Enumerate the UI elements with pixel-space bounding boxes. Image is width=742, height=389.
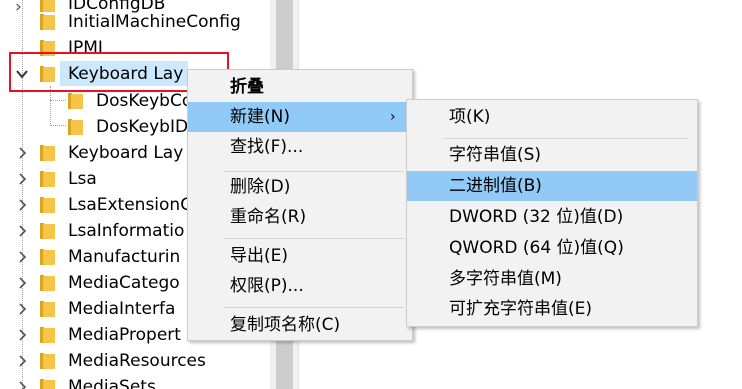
menu-item-rename[interactable]: 重命名(R) — [188, 202, 412, 232]
menu-item-delete[interactable]: 删除(D) — [188, 172, 412, 202]
submenu-item-expandable-string-value[interactable]: 可扩充字符串值(E) — [407, 294, 697, 324]
chevron-right-icon[interactable] — [15, 380, 29, 389]
chevron-right-icon[interactable] — [15, 328, 29, 342]
menu-item-copy-key-name[interactable]: 复制项名称(C) — [188, 310, 412, 340]
folder-icon — [40, 353, 55, 369]
chevron-right-icon[interactable] — [15, 172, 29, 186]
folder-icon — [40, 327, 55, 343]
submenu-item-key[interactable]: 项(K) — [407, 102, 697, 132]
folder-icon — [68, 93, 83, 109]
chevron-right-icon[interactable] — [15, 276, 29, 290]
submenu-item-binary-value[interactable]: 二进制值(B) — [407, 171, 697, 201]
tree-item[interactable]: MediaResources — [0, 348, 270, 374]
chevron-right-icon[interactable] — [15, 198, 29, 212]
folder-icon — [40, 249, 55, 265]
menu-item-collapse[interactable]: 折叠 — [188, 72, 412, 102]
menu-separator — [443, 138, 689, 139]
folder-icon — [40, 171, 55, 187]
menu-separator — [224, 238, 404, 239]
menu-item-new[interactable]: 新建(N) › — [188, 102, 412, 132]
submenu-item-multi-string-value[interactable]: 多字符串值(M) — [407, 264, 697, 294]
chevron-right-icon[interactable] — [15, 250, 29, 264]
chevron-right-icon[interactable] — [15, 354, 29, 368]
tree-item[interactable]: InitialMachineConfig — [0, 9, 270, 35]
folder-icon — [40, 14, 55, 30]
menu-item-permissions[interactable]: 权限(P)... — [188, 271, 412, 301]
folder-icon — [40, 197, 55, 213]
folder-icon — [40, 301, 55, 317]
context-menu: 折叠 新建(N) › 查找(F)... 删除(D) 重命名(R) 导出(E) 权… — [187, 69, 413, 341]
chevron-right-icon[interactable] — [15, 224, 29, 238]
folder-icon — [40, 275, 55, 291]
chevron-right-icon[interactable] — [15, 302, 29, 316]
folder-icon — [40, 145, 55, 161]
tree-item[interactable]: MediaSets — [0, 374, 270, 389]
chevron-right-icon: › — [390, 109, 396, 125]
submenu-item-string-value[interactable]: 字符串值(S) — [407, 140, 697, 170]
folder-icon — [40, 379, 55, 389]
menu-item-export[interactable]: 导出(E) — [188, 241, 412, 271]
submenu-item-qword-value[interactable]: QWORD (64 位)值(Q) — [407, 233, 697, 263]
menu-item-find[interactable]: 查找(F)... — [188, 132, 412, 162]
folder-icon — [40, 223, 55, 239]
new-submenu: 项(K) 字符串值(S) 二进制值(B) DWORD (32 位)值(D) QW… — [406, 99, 698, 327]
chevron-right-icon[interactable] — [15, 146, 29, 160]
folder-icon — [68, 119, 83, 135]
menu-separator — [224, 307, 404, 308]
submenu-item-dword-value[interactable]: DWORD (32 位)值(D) — [407, 202, 697, 232]
